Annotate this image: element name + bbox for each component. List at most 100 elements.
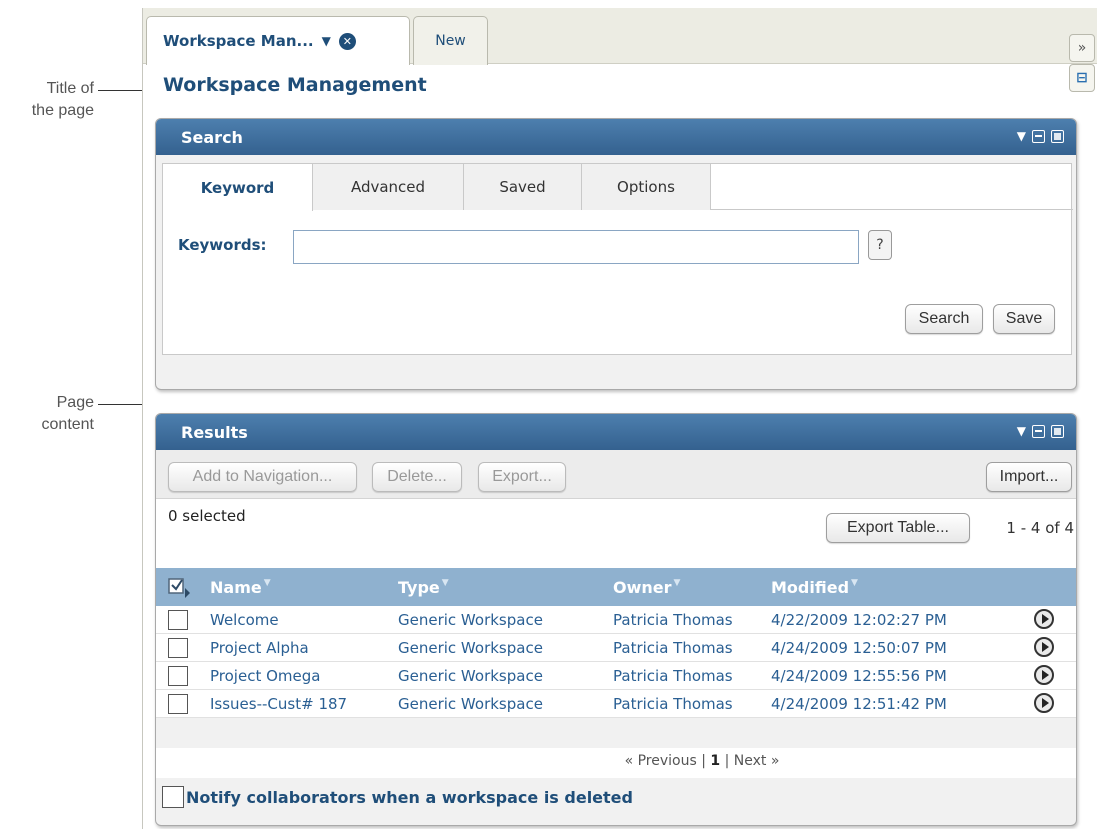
- tab-keyword[interactable]: Keyword: [163, 164, 313, 211]
- row-modified: 4/24/2009 12:55:56 PM: [771, 667, 947, 685]
- search-body: Keyword Advanced Saved Options Keywords:…: [162, 163, 1073, 355]
- tab-advanced[interactable]: Advanced: [313, 164, 464, 210]
- import-button[interactable]: Import...: [986, 462, 1072, 492]
- column-modified-label: Modified: [771, 578, 850, 597]
- row-name-link[interactable]: Welcome: [210, 611, 279, 629]
- row-action-icon[interactable]: [1034, 665, 1054, 685]
- row-owner: Patricia Thomas: [613, 695, 733, 713]
- sort-icon: ▼: [673, 578, 681, 588]
- pager-previous[interactable]: « Previous: [625, 753, 697, 769]
- maximize-icon[interactable]: [1051, 129, 1064, 143]
- minimize-icon[interactable]: [1032, 424, 1045, 438]
- column-header-modified[interactable]: Modified ▼: [771, 578, 858, 597]
- tab-workspace-label: Workspace Man...: [163, 32, 314, 50]
- pager-separator: |: [724, 753, 734, 769]
- annotation-title-line1: Title of: [46, 80, 94, 97]
- search-panel-title: Search: [181, 127, 243, 147]
- table-row: Project Alpha Generic Workspace Patricia…: [156, 634, 1076, 662]
- tab-saved[interactable]: Saved: [464, 164, 582, 210]
- table-row: Welcome Generic Workspace Patricia Thoma…: [156, 606, 1076, 634]
- notify-checkbox[interactable]: [162, 786, 184, 808]
- pager-separator: |: [701, 753, 711, 769]
- tab-bar: Workspace Man... ▼ ✕ New: [143, 8, 1097, 65]
- search-panel-controls: ▼: [1017, 129, 1064, 143]
- row-name-link[interactable]: Issues--Cust# 187: [210, 695, 347, 713]
- column-header-name[interactable]: Name ▼: [210, 578, 271, 597]
- row-owner: Patricia Thomas: [613, 639, 733, 657]
- pager: « Previous | 1 | Next »: [156, 748, 1076, 778]
- row-action-icon[interactable]: [1034, 693, 1054, 713]
- sort-icon: ▼: [851, 578, 858, 588]
- select-all-icon[interactable]: [168, 576, 192, 598]
- row-modified: 4/22/2009 12:02:27 PM: [771, 611, 947, 629]
- maximize-icon[interactable]: [1051, 424, 1064, 438]
- table-row: Project Omega Generic Workspace Patricia…: [156, 662, 1076, 690]
- result-range: 1 - 4 of 4: [1006, 519, 1074, 537]
- row-type: Generic Workspace: [398, 695, 543, 713]
- row-checkbox[interactable]: [168, 610, 188, 630]
- export-button[interactable]: Export...: [478, 462, 566, 492]
- selection-row: 0 selected Export Table... 1 - 4 of 4: [156, 498, 1076, 568]
- results-panel-header: Results ▼: [156, 414, 1076, 450]
- tab-new-label: New: [435, 33, 466, 49]
- column-type-label: Type: [398, 578, 440, 597]
- export-table-button[interactable]: Export Table...: [826, 513, 970, 543]
- page-title: Workspace Management: [163, 74, 427, 96]
- results-table: Name ▼ Type ▼ Owner ▼ Modified ▼ Welcome Gen…: [156, 568, 1076, 718]
- annotation-title-line2: the page: [31, 102, 94, 119]
- tab-new[interactable]: New: [413, 16, 488, 65]
- sort-icon: ▼: [263, 578, 271, 588]
- results-panel-title: Results: [181, 422, 248, 442]
- add-to-navigation-button[interactable]: Add to Navigation...: [168, 462, 357, 492]
- row-checkbox[interactable]: [168, 666, 188, 686]
- search-button[interactable]: Search: [905, 304, 983, 334]
- results-panel-controls: ▼: [1017, 424, 1064, 438]
- notify-label: Notify collaborators when a workspace is…: [186, 787, 633, 807]
- search-panel: Search ▼ Keyword Advanced Saved Options …: [155, 118, 1077, 390]
- right-side-controls: » ⊟: [1069, 34, 1095, 94]
- annotation-page-content: Page content: [30, 392, 94, 436]
- row-type: Generic Workspace: [398, 667, 543, 685]
- column-owner-label: Owner: [613, 578, 672, 597]
- row-name-link[interactable]: Project Alpha: [210, 639, 309, 657]
- column-header-owner[interactable]: Owner ▼: [613, 578, 680, 597]
- row-owner: Patricia Thomas: [613, 667, 733, 685]
- pager-next[interactable]: Next »: [734, 753, 780, 769]
- save-button[interactable]: Save: [993, 304, 1055, 334]
- column-name-label: Name: [210, 578, 262, 597]
- table-header: Name ▼ Type ▼ Owner ▼ Modified ▼: [156, 568, 1076, 606]
- comment-toggle-icon[interactable]: ⊟: [1069, 64, 1095, 92]
- chevron-down-icon[interactable]: ▼: [1017, 129, 1026, 143]
- row-action-icon[interactable]: [1034, 609, 1054, 629]
- annotation-content-line2: content: [41, 416, 94, 433]
- close-icon[interactable]: ✕: [338, 32, 356, 50]
- app-frame: Workspace Man... ▼ ✕ New » ⊟ Workspace M…: [142, 8, 1097, 829]
- search-panel-header: Search ▼: [156, 119, 1076, 155]
- row-type: Generic Workspace: [398, 611, 543, 629]
- collapse-icon[interactable]: »: [1069, 34, 1095, 62]
- column-header-type[interactable]: Type ▼: [398, 578, 449, 597]
- search-tabs: Keyword Advanced Saved Options: [163, 164, 1073, 211]
- row-type: Generic Workspace: [398, 639, 543, 657]
- pager-current-page: 1: [710, 753, 721, 769]
- row-action-icon[interactable]: [1034, 637, 1054, 657]
- chevron-down-icon[interactable]: ▼: [322, 34, 331, 48]
- row-checkbox[interactable]: [168, 638, 188, 658]
- delete-button[interactable]: Delete...: [372, 462, 462, 492]
- tab-workspace-management[interactable]: Workspace Man... ▼ ✕: [146, 16, 410, 65]
- selected-count: 0 selected: [168, 507, 246, 525]
- notify-collaborators-option[interactable]: Notify collaborators when a workspace is…: [162, 786, 633, 808]
- row-modified: 4/24/2009 12:51:42 PM: [771, 695, 947, 713]
- minimize-icon[interactable]: [1032, 129, 1045, 143]
- table-row: Issues--Cust# 187 Generic Workspace Patr…: [156, 690, 1076, 718]
- results-panel: Results ▼ Add to Navigation... Delete...…: [155, 413, 1077, 826]
- results-toolbar: Add to Navigation... Delete... Export...…: [156, 450, 1076, 498]
- chevron-down-icon[interactable]: ▼: [1017, 424, 1026, 438]
- help-button[interactable]: ?: [868, 230, 892, 260]
- tab-options[interactable]: Options: [582, 164, 711, 210]
- row-checkbox[interactable]: [168, 694, 188, 714]
- sort-icon: ▼: [441, 578, 449, 588]
- keywords-input[interactable]: [293, 230, 859, 264]
- row-owner: Patricia Thomas: [613, 611, 733, 629]
- row-name-link[interactable]: Project Omega: [210, 667, 320, 685]
